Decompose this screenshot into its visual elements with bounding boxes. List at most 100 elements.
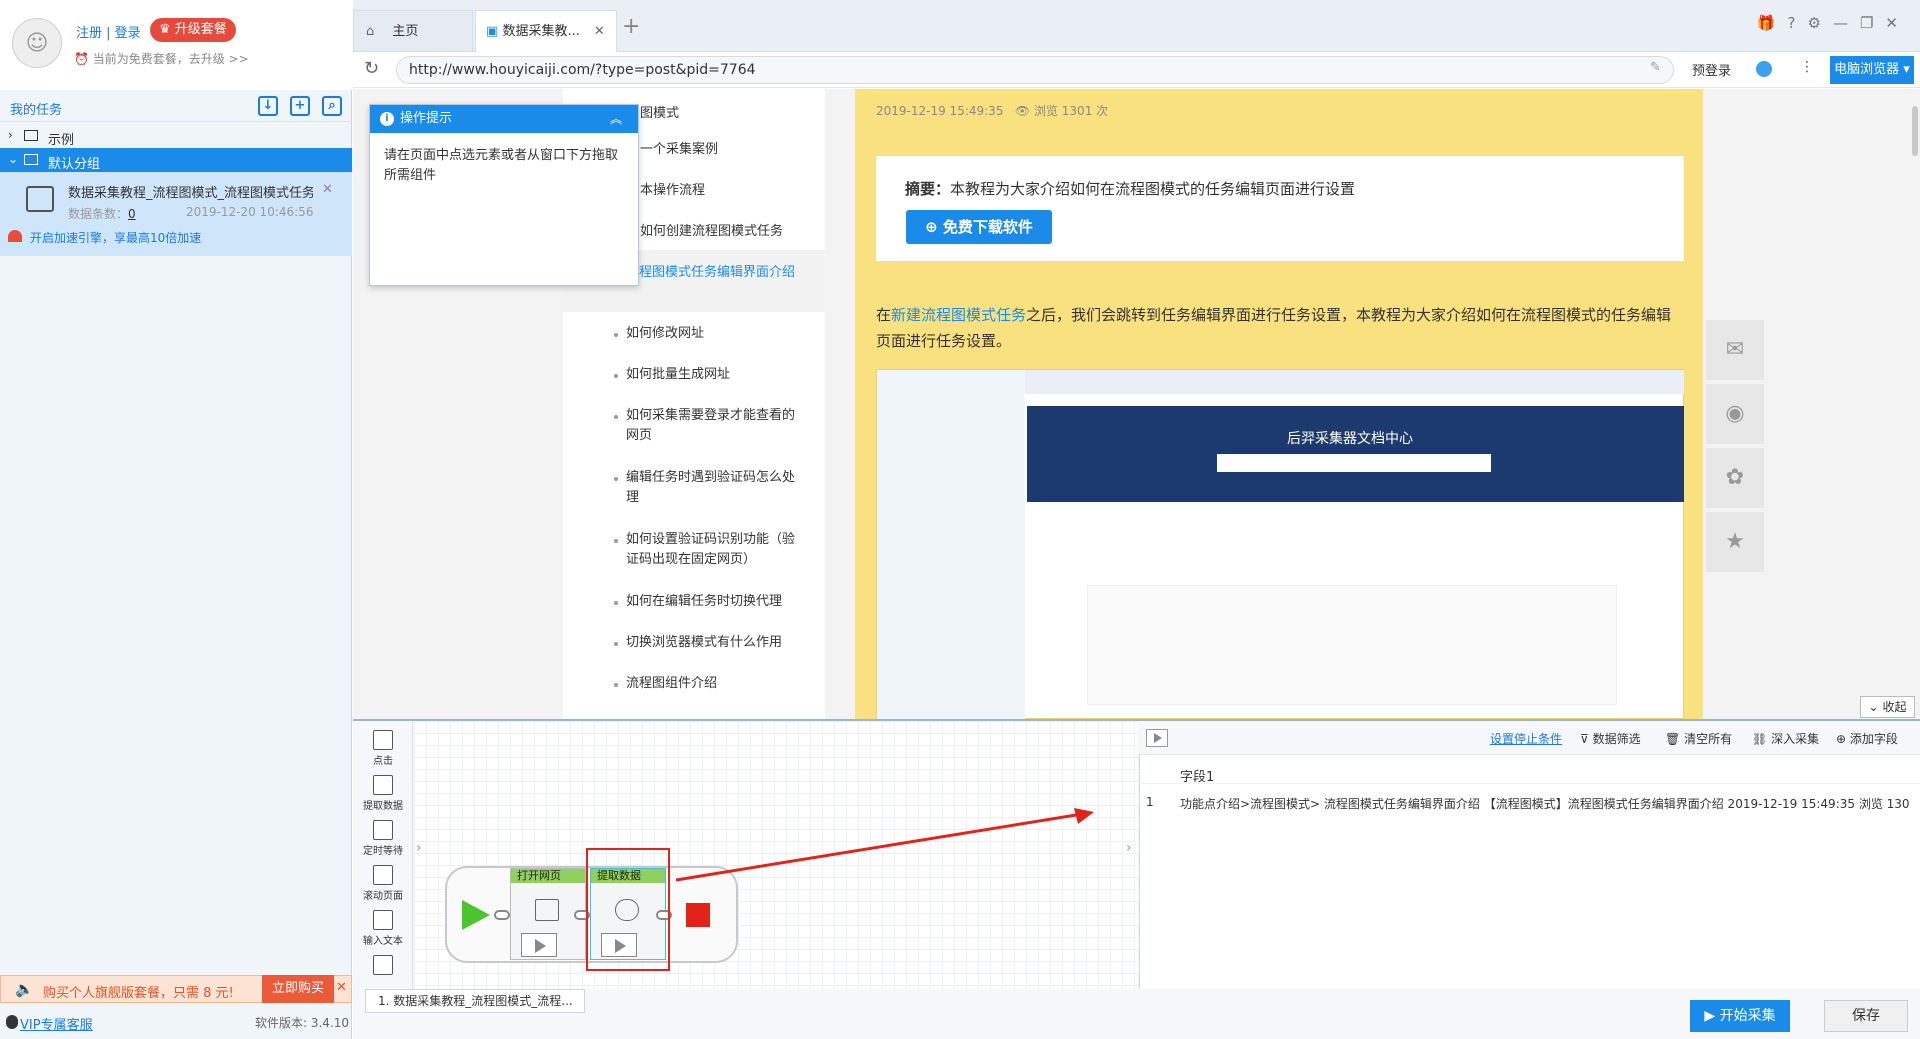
task-name[interactable]: 数据采集教程_流程图模式_流程图模式任务... — [68, 182, 313, 201]
close-icon[interactable]: ✕ — [594, 24, 605, 39]
speed-engine-link[interactable]: 开启加速引擎，享最高10倍加速 — [30, 229, 201, 246]
para-text: 在 — [876, 306, 892, 324]
search-task-icon[interactable]: ⌕ — [322, 96, 342, 116]
doc-nav-item[interactable]: 如何创建流程图模式任务 — [640, 222, 820, 242]
url-input[interactable]: http://www.houyicaiji.com/?type=post&pid… — [396, 56, 1674, 84]
start-node-icon[interactable] — [462, 900, 490, 930]
group-default[interactable]: ⌄ 默认分组 — [0, 148, 352, 172]
summary: 摘要：本教程为大家介绍如何在流程图模式的任务编辑页面进行设置 — [905, 178, 1355, 199]
prelogin-button[interactable]: 预登录 — [1692, 60, 1731, 79]
favorite-icon[interactable]: ★ — [1706, 512, 1764, 572]
task-tab[interactable]: 1. 数据采集教程_流程图模式_流程... — [365, 989, 585, 1013]
palette-more[interactable] — [356, 955, 410, 977]
table-cell[interactable]: 功能点介绍>流程图模式> 流程图模式任务编辑界面介绍 【流程图模式】流程图模式任… — [1180, 795, 1910, 812]
doc-nav-item[interactable]: 流程图组件介绍 — [626, 674, 806, 694]
tab-tutorial[interactable]: ▣ 数据采集教... ✕ — [475, 10, 617, 52]
palette-input[interactable]: 输入文本 — [356, 910, 410, 947]
doc-nav-item[interactable]: 一个采集案例 — [640, 140, 820, 160]
chevron-right-icon[interactable]: › — [1126, 840, 1132, 856]
tab-label: 主页 — [392, 24, 419, 39]
upgrade-button[interactable]: ♛ 升级套餐 — [150, 18, 236, 42]
plan-note[interactable]: ⏰ 当前为免费套餐，去升级 >> — [74, 50, 249, 67]
doc-nav-item[interactable]: 如何设置验证码识别功能（验证码出现在固定网页） — [626, 530, 806, 570]
chevron-up-icon[interactable]: ︽ — [610, 110, 622, 127]
doc-nav-item[interactable]: 如何批量生成网址 — [626, 365, 806, 385]
minimize-icon[interactable]: — — [1833, 14, 1860, 32]
doc-nav-item[interactable]: 图模式 — [640, 104, 820, 124]
doc-nav-item[interactable]: 如何采集需要登录才能查看的网页 — [626, 406, 806, 446]
gift-icon[interactable]: 🎁 — [1757, 14, 1788, 32]
restore-icon[interactable]: ❐ — [1860, 14, 1885, 32]
doc-nav-item-active[interactable]: 流程图模式任务编辑界面介绍 — [626, 263, 806, 283]
close-icon[interactable]: ✕ — [336, 980, 347, 995]
hint-title[interactable]: 操作提示 — [370, 105, 638, 133]
chevron-right-icon[interactable]: › — [416, 840, 422, 856]
bullet — [614, 601, 618, 605]
embedded-search — [1217, 454, 1491, 472]
doc-nav-item[interactable]: 切换浏览器模式有什么作用 — [626, 633, 806, 653]
wechat-icon[interactable]: ✉ — [1706, 320, 1764, 380]
palette-label: 定时等待 — [363, 846, 403, 857]
input-text-icon — [373, 910, 393, 930]
start-collect-button[interactable]: ▶ 开始采集 — [1690, 1000, 1790, 1032]
avatar[interactable]: ☺ — [12, 18, 62, 68]
bullet — [614, 333, 618, 337]
doc-nav-item[interactable]: 如何修改网址 — [626, 324, 806, 344]
preview-play-button[interactable] — [1146, 729, 1168, 747]
add-task-icon[interactable]: + — [290, 96, 310, 116]
close-icon[interactable]: ✕ — [1885, 14, 1910, 32]
palette-scroll[interactable]: 滚动页面 — [356, 865, 410, 902]
gear-icon[interactable]: ⚙ — [1808, 14, 1833, 32]
chevron-right-icon: › — [8, 128, 13, 142]
hint-body: 请在页面中点选元素或者从窗口下方拖取所需组件 — [384, 148, 619, 183]
shield-icon[interactable] — [1756, 61, 1772, 77]
more-icon[interactable]: ⋮ — [1800, 59, 1814, 75]
filter-button[interactable]: ⊽ 数据筛选 — [1580, 730, 1641, 747]
refresh-icon[interactable]: ↻ — [364, 58, 379, 79]
task-time: 2019-12-20 10:46:56 — [186, 205, 314, 219]
buy-now-button[interactable]: 立即购买 — [262, 975, 334, 1003]
download-button[interactable]: ⊕ 免费下载软件 — [906, 210, 1052, 244]
count-label: 数据条数： — [68, 207, 129, 221]
click-icon — [373, 730, 393, 750]
group-example[interactable]: › 示例 — [0, 124, 352, 148]
save-button[interactable]: 保存 — [1824, 1000, 1908, 1032]
link-icon: ⛓ — [1752, 732, 1768, 746]
count-value[interactable]: 0 — [128, 207, 136, 221]
window-controls: 🎁?⚙—❐✕ — [1757, 14, 1910, 32]
palette-wait[interactable]: 定时等待 — [356, 820, 410, 857]
edit-icon[interactable]: ✎ — [1650, 60, 1661, 75]
collapse-button[interactable]: ⌄ 收起 — [1860, 696, 1915, 718]
bullet — [614, 642, 618, 646]
doc-nav-item[interactable]: 本操作流程 — [640, 181, 820, 201]
weibo-icon[interactable]: ◉ — [1706, 384, 1764, 444]
browser-mode-select[interactable]: 电脑浏览器 ▾ — [1830, 56, 1914, 84]
clear-all-button[interactable]: 🗑 清空所有 — [1665, 730, 1732, 747]
doc-nav-item[interactable]: 编辑任务时遇到验证码怎么处理 — [626, 468, 806, 508]
para-link[interactable]: 新建流程图模式任务 — [891, 306, 1026, 324]
palette-click[interactable]: 点击 — [356, 730, 410, 767]
vip-support-link[interactable]: VIP专属客服 — [20, 1014, 93, 1033]
deep-collect-button[interactable]: ⛓ 深入采集 — [1752, 730, 1819, 747]
add-field-label: 添加字段 — [1849, 732, 1898, 746]
node-run-button[interactable] — [521, 933, 557, 957]
task-count: 数据条数：0 — [68, 205, 136, 222]
palette-label: 输入文本 — [363, 936, 403, 947]
webpage-icon — [535, 899, 559, 921]
play-icon: ▶ — [1704, 1008, 1716, 1024]
register-login-link[interactable]: 注册 | 登录 — [76, 22, 141, 41]
baidu-icon[interactable]: ✿ — [1706, 448, 1764, 508]
new-tab-icon[interactable]: + — [622, 14, 640, 39]
connector — [494, 910, 510, 920]
add-field-button[interactable]: ⊕ 添加字段 — [1836, 730, 1898, 747]
close-icon[interactable]: ✕ — [322, 182, 333, 197]
scrollbar[interactable] — [1912, 106, 1918, 156]
end-node-icon[interactable] — [686, 903, 710, 927]
help-icon[interactable]: ? — [1788, 14, 1808, 32]
palette-extract[interactable]: 提取数据 — [356, 775, 410, 812]
import-icon[interactable]: ↓ — [258, 96, 278, 116]
tab-home[interactable]: ⌂ 主页 — [353, 10, 473, 52]
stop-condition-link[interactable]: 设置停止条件 — [1490, 730, 1562, 747]
summary-label: 摘要： — [905, 180, 951, 198]
doc-nav-item[interactable]: 如何在编辑任务时切换代理 — [626, 592, 806, 612]
